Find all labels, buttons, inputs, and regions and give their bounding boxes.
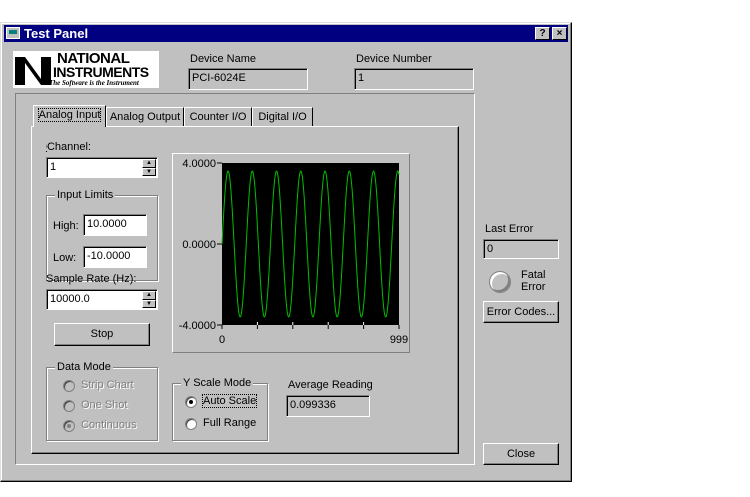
spin-down-icon[interactable]: ▼: [142, 300, 156, 308]
last-error-field: 0: [483, 239, 559, 259]
high-label: High:: [53, 220, 79, 232]
close-window-button[interactable]: ×: [552, 27, 567, 40]
y-tick-label: -4.0000: [179, 320, 216, 332]
fatal-error-led-icon: [489, 271, 511, 293]
window-title: Test Panel: [24, 26, 89, 41]
radio-continuous[interactable]: [63, 420, 75, 432]
channel-spinner[interactable]: ▲ ▼: [142, 159, 156, 176]
low-label: Low:: [53, 252, 77, 264]
y-tick-label: 4.0000: [182, 158, 216, 170]
auto-scale-label: Auto Scale: [201, 394, 258, 408]
spin-up-icon[interactable]: ▲: [142, 291, 156, 300]
input-limits-group: Input Limits High: 10.0000 Low: -10.0000: [46, 189, 158, 281]
tab-counter-io[interactable]: Counter I/O: [184, 107, 252, 127]
last-error-label: Last Error: [485, 223, 534, 235]
close-button[interactable]: Close: [483, 443, 559, 465]
spin-up-icon[interactable]: ▲: [142, 159, 156, 168]
input-limits-label: Input Limits: [55, 189, 116, 201]
strip-chart-label: Strip Chart: [81, 379, 134, 391]
low-input[interactable]: -10.0000: [83, 246, 147, 268]
help-button[interactable]: ?: [535, 27, 550, 40]
stop-button[interactable]: Stop: [54, 323, 150, 346]
waveform-graph: 4.0000 0.0000 -4.0000 0 999: [172, 153, 410, 353]
x-tick-label: 0: [219, 334, 225, 346]
average-reading-label: Average Reading: [288, 379, 373, 391]
average-reading-field: 0.099336: [286, 395, 370, 417]
data-mode-group: Data Mode Strip Chart One Shot Continuou…: [46, 361, 158, 441]
radio-auto-scale[interactable]: [185, 396, 197, 408]
app-icon: [6, 27, 20, 39]
data-mode-label: Data Mode: [55, 361, 113, 373]
y-scale-mode-group: Y Scale Mode Auto Scale Full Range: [172, 377, 268, 441]
high-input[interactable]: 10.0000: [83, 214, 147, 236]
title-bar[interactable]: Test Panel ? ×: [4, 25, 568, 42]
continuous-label: Continuous: [81, 419, 137, 431]
test-panel-window: Test Panel ? × NATIONAL INSTRUMENTS The …: [0, 22, 572, 482]
sample-rate-spinner[interactable]: ▲ ▼: [142, 291, 156, 308]
tab-digital-io[interactable]: Digital I/O: [252, 107, 313, 127]
sample-rate-label: Sample Rate (Hz):: [46, 273, 137, 285]
error-codes-button[interactable]: Error Codes...: [483, 301, 559, 323]
analog-input-panel: CChannel: 1 ▲ ▼ Input Limits High: 10.00…: [31, 126, 459, 454]
logo-line2: INSTRUMENTS: [53, 64, 149, 80]
channel-label: CChannel:: [46, 141, 91, 153]
device-name-label: Device Name: [190, 53, 257, 65]
waveform-graph-svg: 4.0000 0.0000 -4.0000 0 999: [179, 158, 408, 346]
x-tick-label: 999: [390, 334, 408, 346]
y-scale-mode-label: Y Scale Mode: [181, 377, 254, 389]
fatal-error-label: Fatal Error: [521, 269, 546, 293]
y-tick-label: 0.0000: [182, 239, 216, 251]
one-shot-label: One Shot: [81, 399, 128, 411]
radio-full-range[interactable]: [185, 418, 197, 430]
logo-tagline: The Software is the Instrument: [49, 79, 139, 87]
radio-strip-chart[interactable]: [63, 380, 75, 392]
tab-analog-input[interactable]: Analog Input: [33, 105, 106, 127]
ni-logo: NATIONAL INSTRUMENTS The Software is the…: [13, 51, 159, 88]
full-range-label: Full Range: [203, 417, 257, 429]
tab-analog-output[interactable]: Analog Output: [106, 107, 184, 127]
device-name-field: PCI-6024E: [188, 68, 308, 90]
device-number-field: 1: [354, 68, 474, 90]
radio-one-shot[interactable]: [63, 400, 75, 412]
spin-down-icon[interactable]: ▼: [142, 168, 156, 176]
device-number-label: Device Number: [356, 53, 432, 65]
